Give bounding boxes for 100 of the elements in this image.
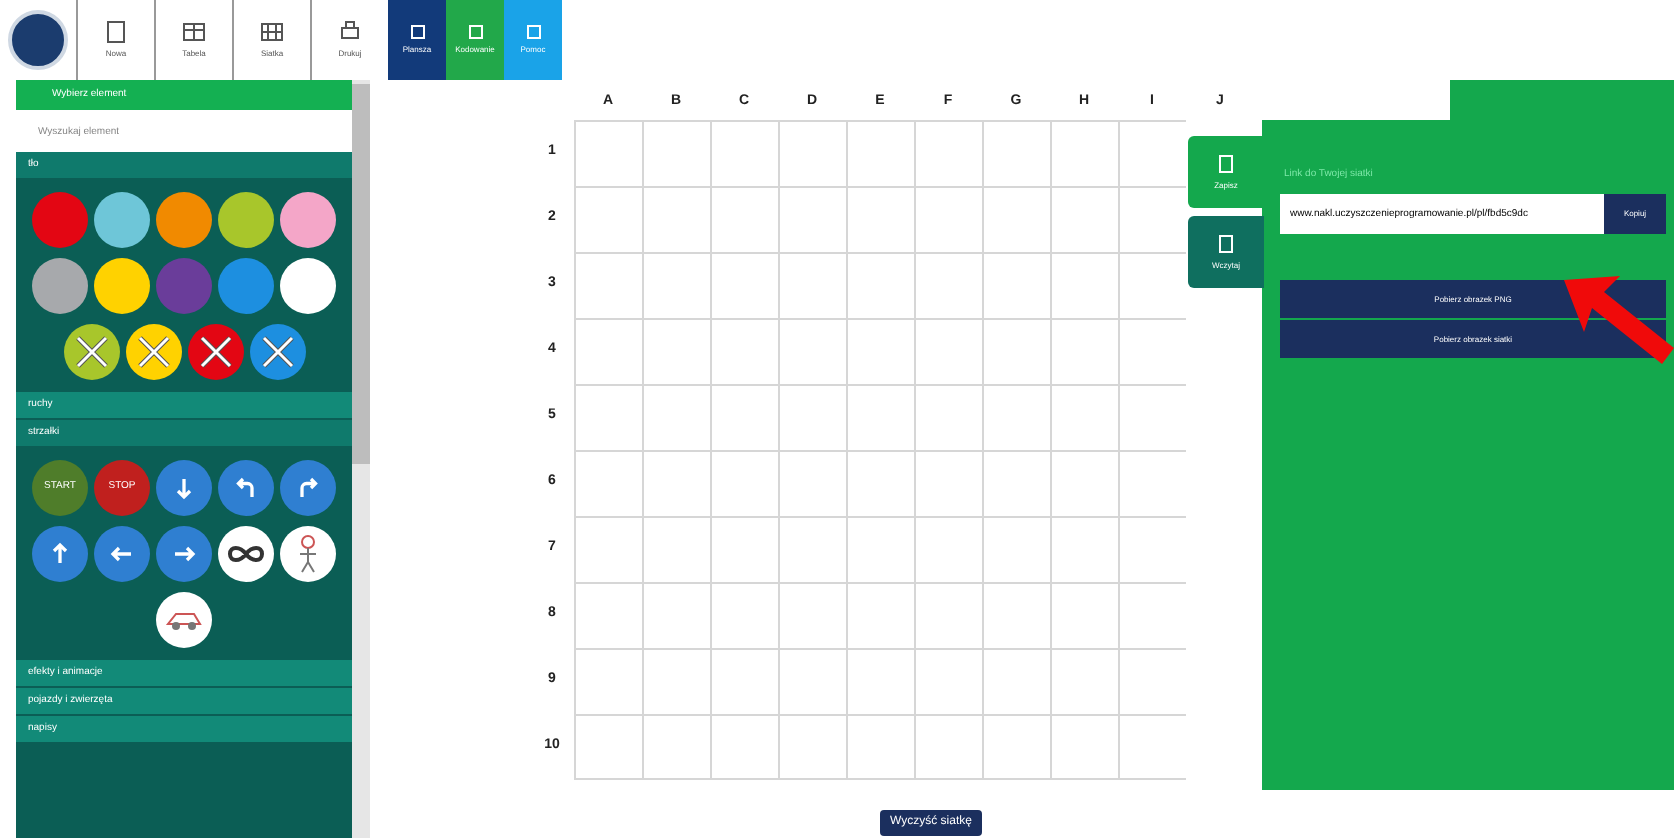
- grid-cell[interactable]: [1050, 516, 1118, 582]
- grid-cell[interactable]: [1050, 582, 1118, 648]
- grid-cell[interactable]: [982, 186, 1050, 252]
- arrow-button[interactable]: [94, 526, 150, 582]
- grid-cell[interactable]: [1118, 252, 1186, 318]
- grid-cell[interactable]: [1118, 384, 1186, 450]
- grid-cell[interactable]: [778, 648, 846, 714]
- grid-cell[interactable]: [914, 450, 982, 516]
- grid-cell[interactable]: [574, 648, 642, 714]
- grid-cell[interactable]: [846, 450, 914, 516]
- grid-cell[interactable]: [710, 450, 778, 516]
- grid-cell[interactable]: [710, 318, 778, 384]
- grid-cell[interactable]: [778, 450, 846, 516]
- grid-cell[interactable]: [710, 516, 778, 582]
- arrow-button[interactable]: [280, 460, 336, 516]
- grid-cell[interactable]: [914, 252, 982, 318]
- grid-cell[interactable]: [1118, 582, 1186, 648]
- grid-cell[interactable]: [710, 186, 778, 252]
- grid-cell[interactable]: [642, 714, 710, 780]
- color-swatch[interactable]: [94, 192, 150, 248]
- arrow-button[interactable]: [218, 460, 274, 516]
- grid-cell[interactable]: [1118, 318, 1186, 384]
- grid-cell[interactable]: [778, 318, 846, 384]
- loop-button[interactable]: [218, 526, 274, 582]
- grid-cell[interactable]: [982, 516, 1050, 582]
- grid-cell[interactable]: [778, 120, 846, 186]
- grid-cell[interactable]: [1118, 120, 1186, 186]
- color-swatch[interactable]: [156, 192, 212, 248]
- grid-cell[interactable]: [914, 582, 982, 648]
- logo-icon[interactable]: [8, 10, 68, 70]
- grid-cell[interactable]: [778, 186, 846, 252]
- color-swatch[interactable]: [32, 192, 88, 248]
- figure-button[interactable]: [280, 526, 336, 582]
- color-swatch[interactable]: [32, 258, 88, 314]
- grid-cell[interactable]: [574, 582, 642, 648]
- grid-cell[interactable]: [1118, 450, 1186, 516]
- color-swatch[interactable]: [218, 192, 274, 248]
- grid-cell[interactable]: [642, 648, 710, 714]
- grid-cell[interactable]: [846, 120, 914, 186]
- grid-cell[interactable]: [914, 384, 982, 450]
- grid-cell[interactable]: [846, 384, 914, 450]
- grid-cell[interactable]: [642, 120, 710, 186]
- grid-cell[interactable]: [710, 582, 778, 648]
- color-swatch[interactable]: [156, 258, 212, 314]
- grid-cell[interactable]: [642, 582, 710, 648]
- crossed-swatch[interactable]: [63, 324, 119, 380]
- grid-cell[interactable]: [1050, 318, 1118, 384]
- grid-cell[interactable]: [1050, 252, 1118, 318]
- grid-cell[interactable]: [574, 516, 642, 582]
- grid-cell[interactable]: [710, 384, 778, 450]
- grid-cell[interactable]: [982, 120, 1050, 186]
- grid-cell[interactable]: [914, 714, 982, 780]
- grid-cell[interactable]: [1118, 186, 1186, 252]
- scrollbar[interactable]: [352, 80, 370, 838]
- grid-cell[interactable]: [1050, 384, 1118, 450]
- grid-cell[interactable]: [846, 714, 914, 780]
- vehicle-button[interactable]: [156, 592, 212, 648]
- grid-cell[interactable]: [642, 252, 710, 318]
- grid-cell[interactable]: [1118, 648, 1186, 714]
- grid-cell[interactable]: [642, 384, 710, 450]
- grid-cell[interactable]: [914, 648, 982, 714]
- grid-cell[interactable]: [982, 582, 1050, 648]
- grid-cell[interactable]: [1050, 450, 1118, 516]
- grid-cell[interactable]: [574, 384, 642, 450]
- grid-cell[interactable]: [982, 648, 1050, 714]
- grid-cell[interactable]: [982, 252, 1050, 318]
- grid-cell[interactable]: [982, 318, 1050, 384]
- grid-cell[interactable]: [778, 384, 846, 450]
- grid-cell[interactable]: [642, 318, 710, 384]
- arrow-button[interactable]: [32, 526, 88, 582]
- grid-cell[interactable]: [982, 714, 1050, 780]
- crossed-swatch[interactable]: [125, 324, 181, 380]
- grid-cell[interactable]: [846, 252, 914, 318]
- color-swatch[interactable]: [280, 258, 336, 314]
- grid-cell[interactable]: [914, 516, 982, 582]
- crossed-swatch[interactable]: [249, 324, 305, 380]
- grid-cell[interactable]: [914, 186, 982, 252]
- grid-cell[interactable]: [846, 582, 914, 648]
- grid-cell[interactable]: [574, 450, 642, 516]
- grid-cell[interactable]: [846, 516, 914, 582]
- grid-cell[interactable]: [574, 252, 642, 318]
- grid-cell[interactable]: [1118, 516, 1186, 582]
- grid-cell[interactable]: [574, 186, 642, 252]
- grid-cell[interactable]: [710, 648, 778, 714]
- arrow-button[interactable]: [156, 526, 212, 582]
- crossed-swatch[interactable]: [187, 324, 243, 380]
- grid-cell[interactable]: [778, 714, 846, 780]
- grid-cell[interactable]: [642, 516, 710, 582]
- color-swatch[interactable]: [280, 192, 336, 248]
- grid-cell[interactable]: [846, 186, 914, 252]
- grid-cell[interactable]: [710, 252, 778, 318]
- grid-cell[interactable]: [846, 318, 914, 384]
- grid-cell[interactable]: [1050, 648, 1118, 714]
- arrow-button[interactable]: [156, 460, 212, 516]
- grid-cell[interactable]: [574, 318, 642, 384]
- grid-cell[interactable]: [710, 714, 778, 780]
- grid-cell[interactable]: [914, 318, 982, 384]
- grid-cell[interactable]: [982, 384, 1050, 450]
- grid-cell[interactable]: [1118, 714, 1186, 780]
- grid-cell[interactable]: [574, 120, 642, 186]
